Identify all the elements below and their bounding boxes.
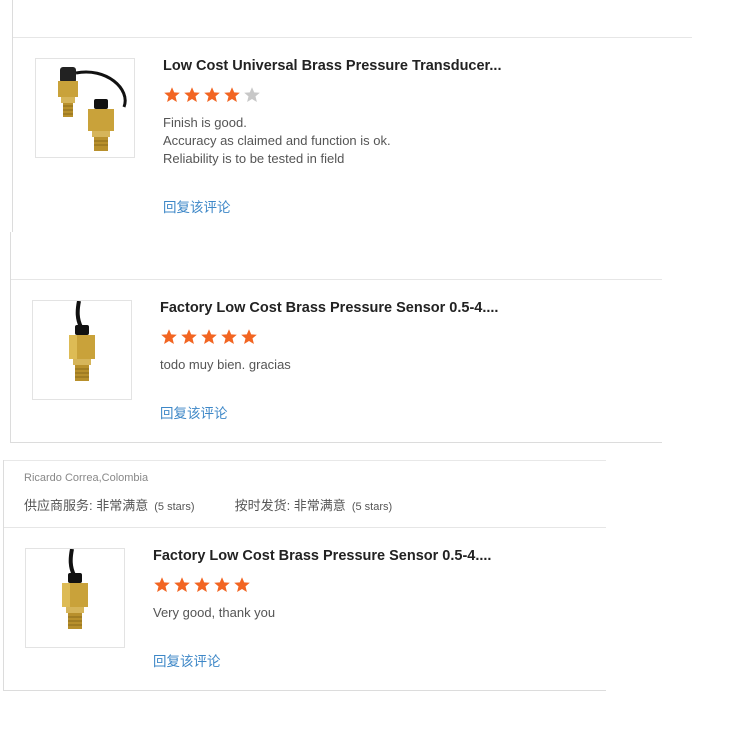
star-filled-icon: [234, 577, 250, 592]
star-rating: [153, 576, 251, 594]
brass-pressure-sensor-icon: [62, 548, 88, 629]
review-line: Finish is good.: [163, 115, 247, 130]
product-title[interactable]: Factory Low Cost Brass Pressure Sensor 0…: [153, 548, 491, 564]
star-filled-icon: [241, 329, 257, 344]
review-line: Accuracy as claimed and function is ok.: [163, 133, 391, 148]
product-image[interactable]: [35, 58, 135, 158]
product-image[interactable]: [25, 548, 125, 648]
reply-link[interactable]: 回复该评论: [163, 196, 231, 216]
review-card: Factory Low Cost Brass Pressure Sensor 0…: [10, 232, 662, 443]
star-filled-icon: [174, 577, 190, 592]
star-filled-icon: [221, 329, 237, 344]
product-title[interactable]: Factory Low Cost Brass Pressure Sensor 0…: [160, 300, 498, 316]
brass-pressure-sensor-icon: [69, 300, 95, 381]
star-filled-icon: [194, 577, 210, 592]
product-title[interactable]: Low Cost Universal Brass Pressure Transd…: [163, 58, 501, 74]
review-line: todo muy bien. gracias: [160, 357, 291, 372]
review-text: Very good, thank you: [153, 604, 275, 622]
divider: [4, 527, 606, 528]
divider: [13, 37, 692, 38]
product-image[interactable]: [32, 300, 132, 400]
star-rating: [163, 86, 261, 104]
divider: [4, 460, 606, 461]
brass-transducer-with-cable-icon: [58, 67, 127, 151]
star-filled-icon: [154, 577, 170, 592]
star-filled-icon: [164, 87, 180, 102]
review-line: Very good, thank you: [153, 605, 276, 620]
review-line: Reliability is to be tested in field: [163, 151, 345, 166]
star-filled-icon: [181, 329, 197, 344]
service-rating: 供应商服务: 非常满意 (5 stars): [24, 498, 195, 513]
star-filled-icon: [214, 577, 230, 592]
seller-ratings: 供应商服务: 非常满意 (5 stars) 按时发货: 非常满意 (5 stars): [24, 495, 392, 514]
reply-link[interactable]: 回复该评论: [153, 650, 221, 670]
review-card: Low Cost Universal Brass Pressure Transd…: [12, 0, 692, 232]
shipping-rating: 按时发货: 非常满意 (5 stars): [234, 498, 393, 513]
reviewer-name: Ricardo Correa,Colombia: [24, 472, 149, 484]
reply-link[interactable]: 回复该评论: [160, 402, 228, 422]
review-text: Finish is good. Accuracy as claimed and …: [163, 114, 391, 168]
review-card: Ricardo Correa,Colombia 供应商服务: 非常满意 (5 st…: [3, 460, 606, 691]
star-filled-icon: [161, 329, 177, 344]
divider: [11, 279, 662, 280]
star-filled-icon: [201, 329, 217, 344]
star-rating: [160, 328, 258, 346]
star-filled-icon: [184, 87, 200, 102]
review-text: todo muy bien. gracias: [160, 356, 291, 374]
star-filled-icon: [224, 87, 240, 102]
star-filled-icon: [204, 87, 220, 102]
star-empty-icon: [244, 87, 260, 102]
